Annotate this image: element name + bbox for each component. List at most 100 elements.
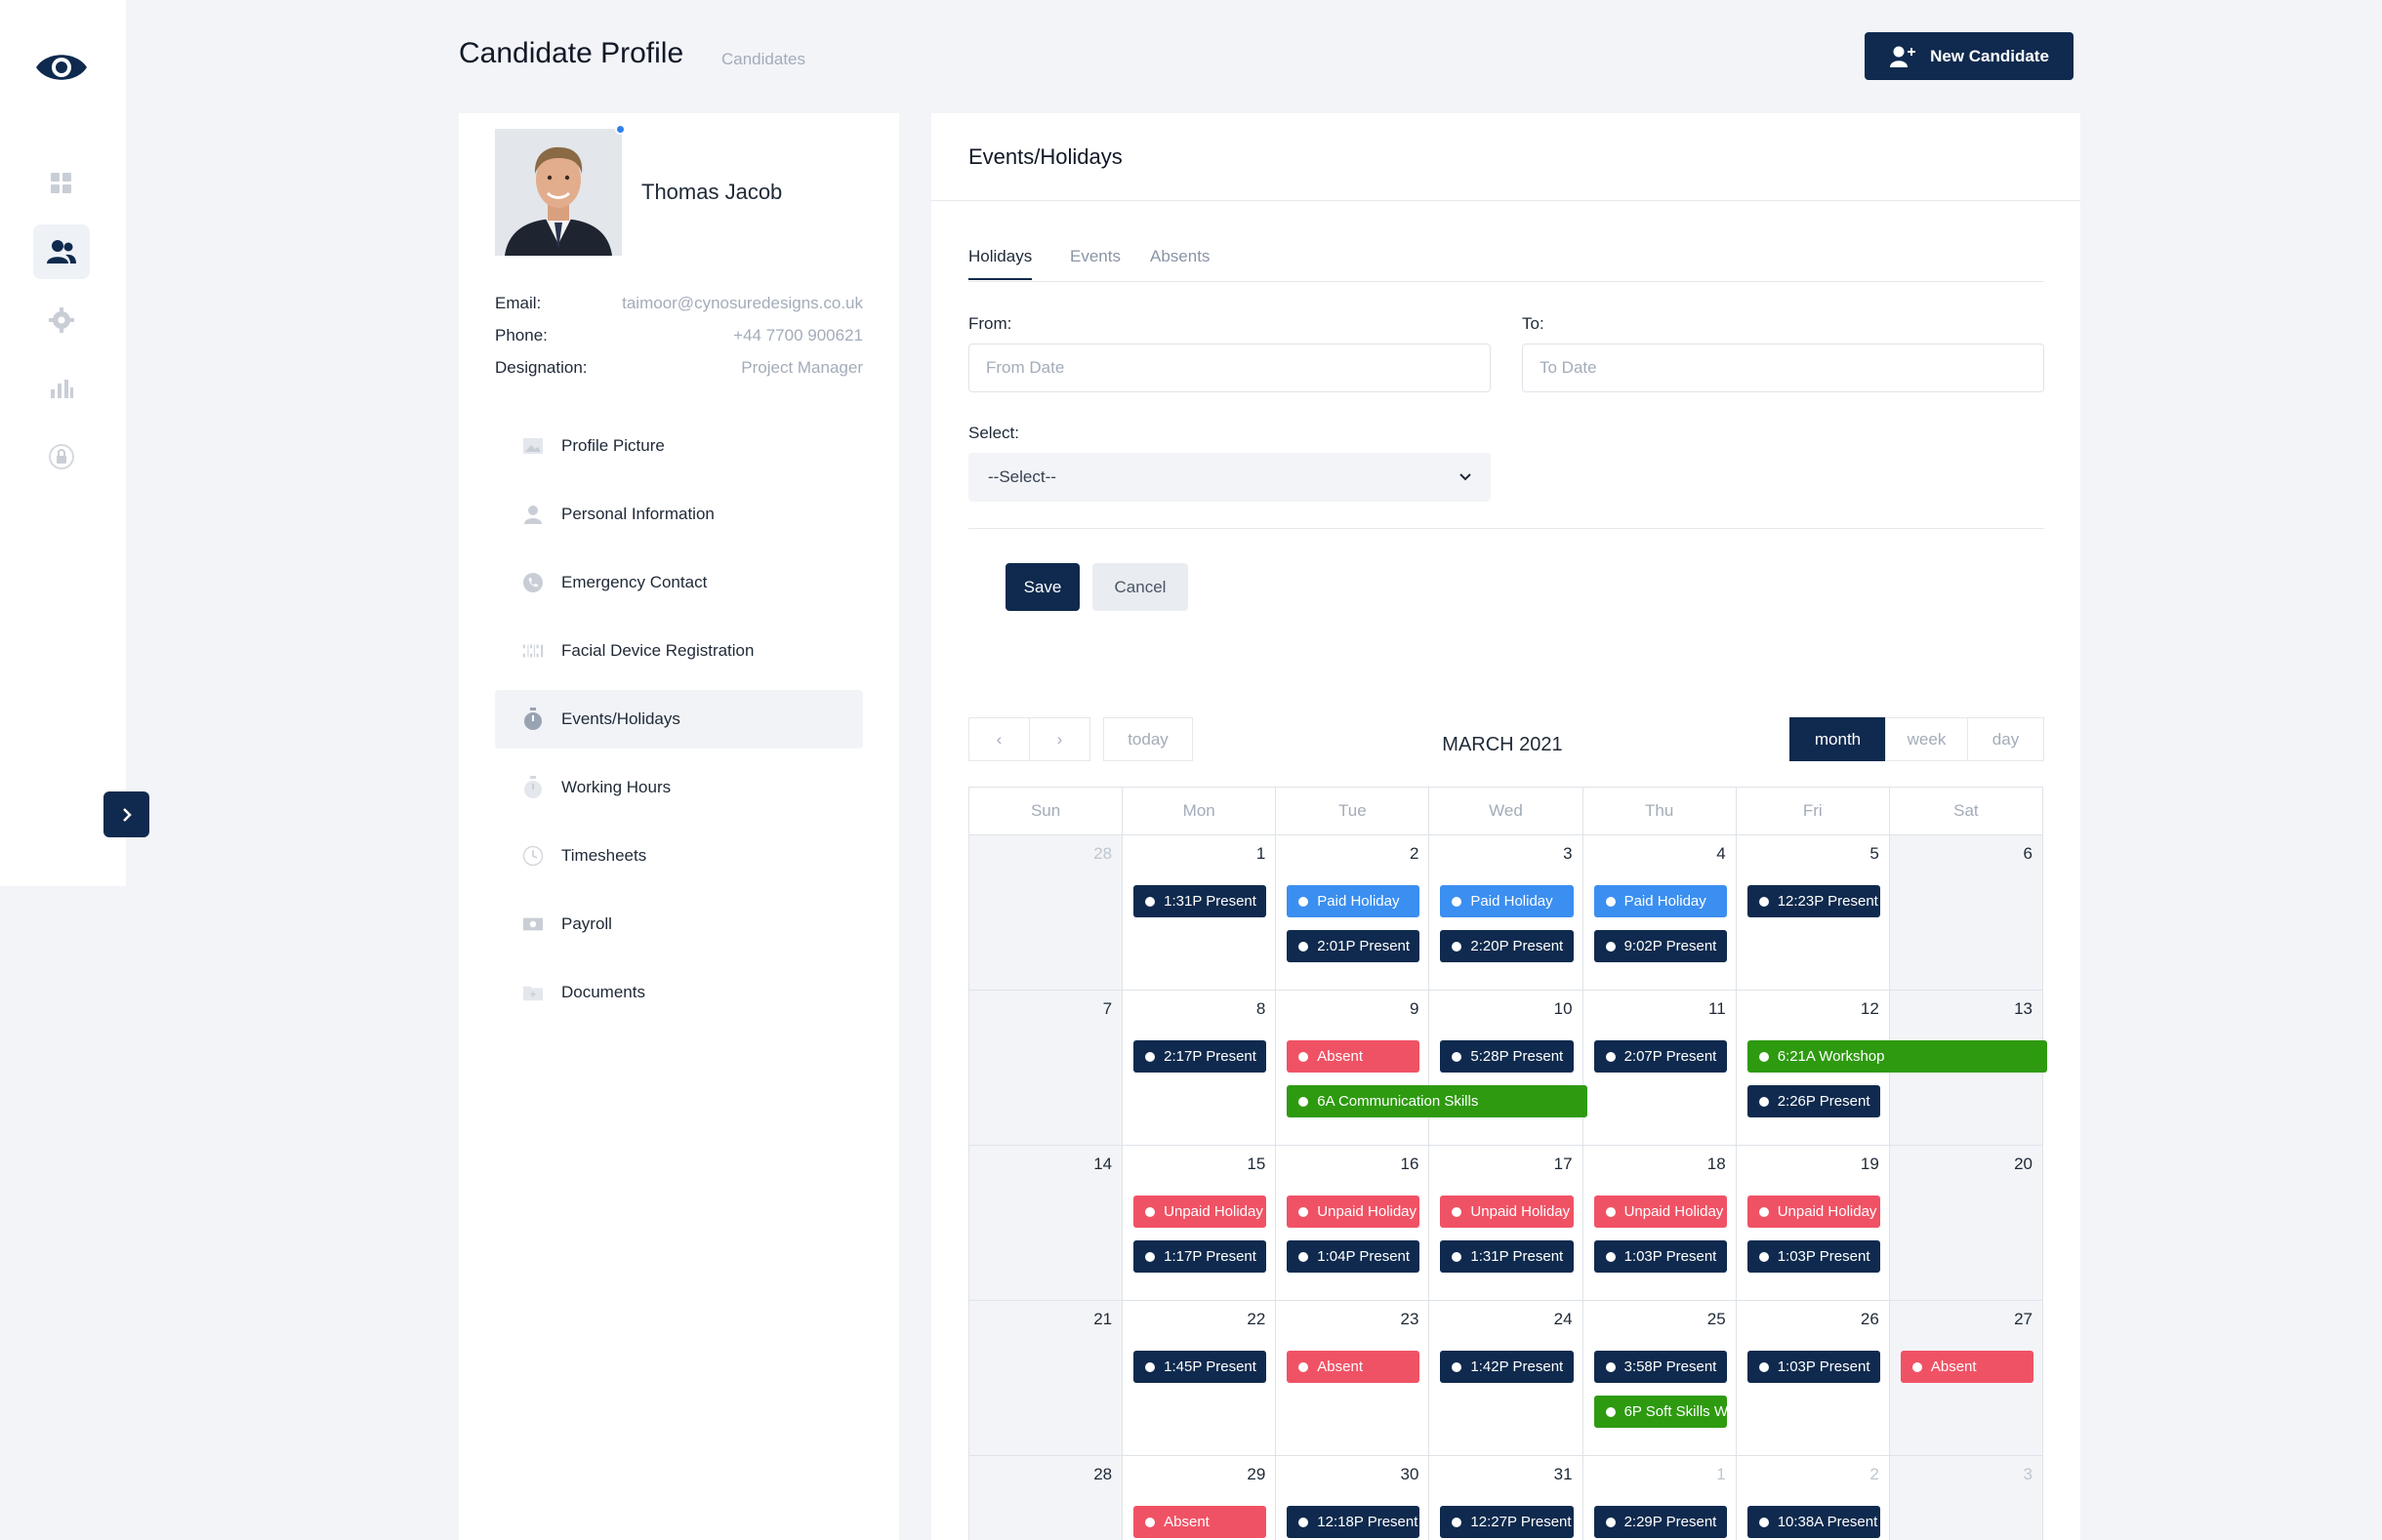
bar-chart-icon[interactable] — [33, 361, 90, 416]
calendar-day-cell[interactable]: 30 12:18P Present — [1275, 1456, 1428, 1540]
calendar-event[interactable]: 1:31P Present — [1133, 885, 1267, 917]
menu-item-facial-device-registration[interactable]: Facial Device Registration — [495, 622, 863, 680]
week-view-button[interactable]: week — [1885, 717, 1968, 761]
calendar-event[interactable]: 1:03P Present — [1593, 1240, 1727, 1273]
calendar-event[interactable]: Unpaid Holiday — [1593, 1196, 1727, 1228]
calendar-event[interactable]: 1:03P Present — [1746, 1240, 1880, 1273]
calendar-event[interactable]: 1:04P Present — [1287, 1240, 1420, 1273]
menu-item-emergency-contact[interactable]: Emergency Contact — [495, 553, 863, 612]
calendar-day-cell[interactable]: 18 Unpaid Holiday 1:03P Present — [1581, 1146, 1736, 1300]
calendar-event[interactable]: 6A Communication Skills — [1287, 1085, 1587, 1117]
calendar-day-cell[interactable]: 21 — [969, 1301, 1123, 1455]
calendar-day-cell[interactable]: 23 Absent — [1275, 1301, 1428, 1455]
calendar-event[interactable]: 1:03P Present — [1746, 1351, 1880, 1383]
calendar-event[interactable]: Absent — [1900, 1351, 2033, 1383]
calendar-day-cell[interactable]: 7 — [969, 991, 1123, 1145]
calendar-day-cell[interactable]: 29 Absent — [1122, 1456, 1275, 1540]
calendar-day-cell[interactable]: 15 Unpaid Holiday 1:17P Present — [1122, 1146, 1275, 1300]
calendar-event[interactable]: 1:17P Present — [1133, 1240, 1267, 1273]
cancel-button[interactable]: Cancel — [1092, 563, 1188, 611]
calendar-event[interactable]: Unpaid Holiday — [1287, 1196, 1420, 1228]
breadcrumb[interactable]: Candidates — [721, 50, 805, 69]
calendar-day-cell[interactable]: 6 — [1888, 835, 2042, 990]
menu-item-payroll[interactable]: Payroll — [495, 895, 863, 953]
calendar-day-cell[interactable]: 1 1:31P Present — [1122, 835, 1275, 990]
calendar-event[interactable]: Paid Holiday — [1287, 885, 1420, 917]
calendar-event[interactable]: Unpaid Holiday — [1746, 1196, 1880, 1228]
type-select[interactable]: --Select-- — [968, 453, 1491, 502]
today-button[interactable]: today — [1103, 717, 1193, 761]
calendar-day-cell[interactable]: 16 Unpaid Holiday 1:04P Present — [1275, 1146, 1428, 1300]
calendar-day-cell[interactable]: 2 10:38A Present — [1735, 1456, 1889, 1540]
calendar-day-cell[interactable]: 1 2:29P Present — [1581, 1456, 1736, 1540]
menu-item-documents[interactable]: Documents — [495, 963, 863, 1022]
eye-logo-icon[interactable] — [33, 47, 90, 88]
calendar-day-cell[interactable]: 26 1:03P Present — [1735, 1301, 1889, 1455]
to-date-input[interactable]: To Date — [1522, 344, 2044, 392]
calendar-event[interactable]: 2:29P Present — [1593, 1506, 1727, 1538]
calendar-event[interactable]: 2:17P Present — [1133, 1040, 1267, 1073]
calendar-event[interactable]: 1:45P Present — [1133, 1351, 1267, 1383]
calendar-day-cell[interactable]: 20 — [1888, 1146, 2042, 1300]
calendar-event[interactable]: 12:27P Present — [1440, 1506, 1574, 1538]
tab-absents[interactable]: Absents — [1150, 247, 1210, 278]
tab-events[interactable]: Events — [1070, 247, 1121, 278]
calendar-day-cell[interactable]: 25 3:58P Present 6P Soft Skills Workshop — [1581, 1301, 1736, 1455]
calendar-event[interactable]: 5:28P Present — [1440, 1040, 1574, 1073]
calendar-event[interactable]: 1:42P Present — [1440, 1351, 1574, 1383]
calendar-day-cell[interactable]: 17 Unpaid Holiday 1:31P Present — [1428, 1146, 1581, 1300]
calendar-event[interactable]: 2:07P Present — [1593, 1040, 1727, 1073]
calendar-day-cell[interactable]: 28 — [969, 835, 1123, 990]
calendar-day-cell[interactable]: 28 — [969, 1456, 1123, 1540]
calendar-day-cell[interactable]: 19 Unpaid Holiday 1:03P Present — [1735, 1146, 1889, 1300]
new-candidate-button[interactable]: New Candidate — [1865, 32, 2074, 80]
calendar-day-cell[interactable]: 2 Paid Holiday 2:01P Present — [1275, 835, 1428, 990]
calendar-day-cell[interactable]: 9 Absent 6A Communication Skills — [1275, 991, 1587, 1145]
calendar-event[interactable]: Paid Holiday — [1440, 885, 1574, 917]
users-icon[interactable] — [33, 224, 90, 279]
day-view-button[interactable]: day — [1967, 717, 2044, 761]
calendar-day-cell[interactable]: 14 — [969, 1146, 1123, 1300]
calendar-day-cell[interactable]: 24 1:42P Present — [1428, 1301, 1581, 1455]
calendar-event[interactable]: Absent — [1287, 1040, 1420, 1073]
calendar-event[interactable]: Absent — [1133, 1506, 1267, 1538]
calendar-event[interactable]: 9:02P Present — [1593, 930, 1727, 962]
calendar-event[interactable]: Paid Holiday — [1593, 885, 1727, 917]
menu-item-events-holidays[interactable]: Events/Holidays — [495, 690, 863, 749]
from-date-input[interactable]: From Date — [968, 344, 1491, 392]
calendar-event[interactable]: 12:18P Present — [1287, 1506, 1420, 1538]
tab-holidays[interactable]: Holidays — [968, 247, 1033, 280]
calendar-day-cell[interactable]: 31 12:27P Present — [1428, 1456, 1581, 1540]
calendar-event[interactable]: 2:20P Present — [1440, 930, 1574, 962]
expand-sidebar-button[interactable] — [103, 791, 149, 837]
avatar[interactable] — [495, 129, 622, 256]
month-view-button[interactable]: month — [1789, 717, 1886, 761]
menu-item-personal-information[interactable]: Personal Information — [495, 485, 863, 544]
calendar-event[interactable]: 6:21A Workshop — [1746, 1040, 2047, 1073]
calendar-day-cell[interactable]: 27 Absent — [1888, 1301, 2042, 1455]
calendar-day-cell[interactable]: 10 5:28P Present — [1428, 991, 1581, 1145]
lock-icon[interactable] — [33, 429, 90, 484]
calendar-day-cell[interactable]: 12 6:21A Workshop 2:26P Present — [1735, 991, 2047, 1145]
calendar-day-cell[interactable]: 4 Paid Holiday 9:02P Present — [1581, 835, 1736, 990]
calendar-event[interactable]: 3:58P Present — [1593, 1351, 1727, 1383]
menu-item-working-hours[interactable]: Working Hours — [495, 758, 863, 817]
next-month-button[interactable]: › — [1029, 717, 1090, 761]
prev-month-button[interactable]: ‹ — [968, 717, 1030, 761]
calendar-event[interactable]: 12:23P Present — [1746, 885, 1880, 917]
calendar-day-cell[interactable]: 8 2:17P Present — [1122, 991, 1275, 1145]
calendar-event[interactable]: 10:38A Present — [1746, 1506, 1880, 1538]
calendar-event[interactable]: Absent — [1287, 1351, 1420, 1383]
save-button[interactable]: Save — [1006, 563, 1080, 611]
calendar-event[interactable]: Unpaid Holiday — [1440, 1196, 1574, 1228]
calendar-day-cell[interactable]: 5 12:23P Present — [1735, 835, 1889, 990]
calendar-event[interactable]: Unpaid Holiday — [1133, 1196, 1267, 1228]
calendar-event[interactable]: 1:31P Present — [1440, 1240, 1574, 1273]
calendar-event[interactable]: 2:26P Present — [1746, 1085, 1880, 1117]
calendar-event[interactable]: 2:01P Present — [1287, 930, 1420, 962]
menu-item-profile-picture[interactable]: Profile Picture — [495, 417, 863, 475]
calendar-day-cell[interactable]: 3 — [1888, 1456, 2042, 1540]
calendar-event[interactable]: 6P Soft Skills Workshop — [1593, 1396, 1727, 1428]
calendar-day-cell[interactable]: 11 2:07P Present — [1581, 991, 1736, 1145]
calendar-day-cell[interactable]: 3 Paid Holiday 2:20P Present — [1428, 835, 1581, 990]
